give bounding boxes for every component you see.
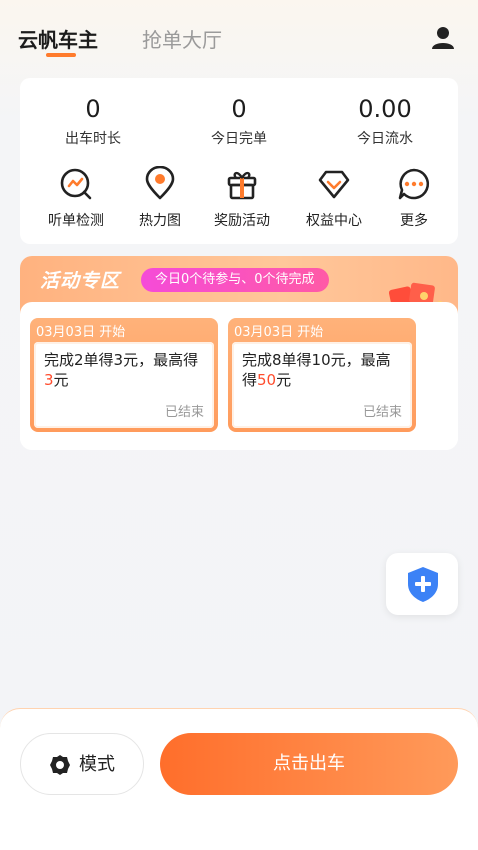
coupon-text-suffix: 元	[276, 371, 292, 389]
stat-value: 0.00	[358, 95, 412, 123]
stat-orders-today[interactable]: 0 今日完单	[166, 94, 312, 148]
coupon-description: 完成8单得10元，最高得50元	[242, 350, 404, 390]
tool-label: 奖励活动	[214, 213, 270, 229]
gear-icon	[50, 755, 70, 775]
coupon-status: 已结束	[164, 405, 204, 420]
coupon-max-amount: 3	[44, 371, 54, 389]
diamond-heart-icon	[318, 170, 350, 199]
coupon-max-amount: 50	[257, 371, 277, 389]
top-bar: 云帆车主 抢单大厅	[0, 0, 478, 70]
tool-benefit-center[interactable]: 权益中心	[290, 166, 378, 230]
mode-button[interactable]: 模式	[20, 733, 144, 795]
gift-icon	[227, 171, 257, 200]
listen-check-icon	[60, 168, 92, 200]
stat-label: 今日完单	[211, 131, 267, 147]
start-driving-button[interactable]: 点击出车	[160, 733, 458, 795]
coupon-content: 完成8单得10元，最高得50元 已结束	[232, 342, 412, 428]
mode-label: 模式	[79, 754, 115, 775]
stat-revenue-today[interactable]: 0.00 今日流水	[312, 94, 458, 148]
safety-shield-button[interactable]	[386, 553, 458, 615]
tool-listen-check[interactable]: 听单检测	[32, 166, 120, 230]
tool-label: 权益中心	[306, 213, 362, 229]
stat-label: 出车时长	[65, 131, 121, 147]
activity-title: 活动专区	[40, 270, 121, 292]
heatmap-pin-icon	[145, 166, 175, 200]
active-tab-indicator	[46, 53, 76, 57]
activity-coupon-card[interactable]: 03月03日 开始 完成8单得10元，最高得50元 已结束	[228, 318, 416, 432]
dashboard-card: 0 出车时长 0 今日完单 0.00 今日流水 听单检测 热力图 奖励活动 权益…	[20, 78, 458, 244]
more-dots-icon	[398, 168, 430, 200]
coupon-start-date: 03月03日 开始	[36, 325, 126, 340]
tool-heatmap[interactable]: 热力图	[116, 166, 204, 230]
shield-plus-icon	[408, 567, 438, 602]
tool-label: 更多	[400, 213, 428, 229]
tool-reward-activity[interactable]: 奖励活动	[198, 166, 286, 230]
bottom-action-bar: 模式 点击出车	[0, 708, 478, 850]
coupon-text-prefix: 完成2单得3元，最高得	[44, 351, 199, 369]
stat-value: 0	[85, 95, 101, 123]
tool-more[interactable]: 更多	[370, 166, 458, 230]
activity-coupon-card[interactable]: 03月03日 开始 完成2单得3元，最高得 3元 已结束	[30, 318, 218, 432]
tab-car-owner[interactable]: 云帆车主	[18, 24, 98, 53]
tool-label: 热力图	[139, 213, 181, 229]
coupon-status: 已结束	[362, 405, 402, 420]
coupon-content: 完成2单得3元，最高得 3元 已结束	[34, 342, 214, 428]
coupon-description: 完成2单得3元，最高得 3元	[44, 350, 206, 390]
stat-label: 今日流水	[357, 131, 413, 147]
stat-value: 0	[231, 95, 247, 123]
user-icon[interactable]	[430, 25, 456, 51]
stat-drive-duration[interactable]: 0 出车时长	[20, 94, 166, 148]
coupon-text-suffix: 元	[53, 371, 69, 389]
activity-summary-badge[interactable]: 今日0个待参与、0个待完成	[141, 268, 329, 292]
tool-label: 听单检测	[48, 213, 104, 229]
tab-order-hall[interactable]: 抢单大厅	[142, 24, 222, 53]
coupon-start-date: 03月03日 开始	[234, 325, 324, 340]
